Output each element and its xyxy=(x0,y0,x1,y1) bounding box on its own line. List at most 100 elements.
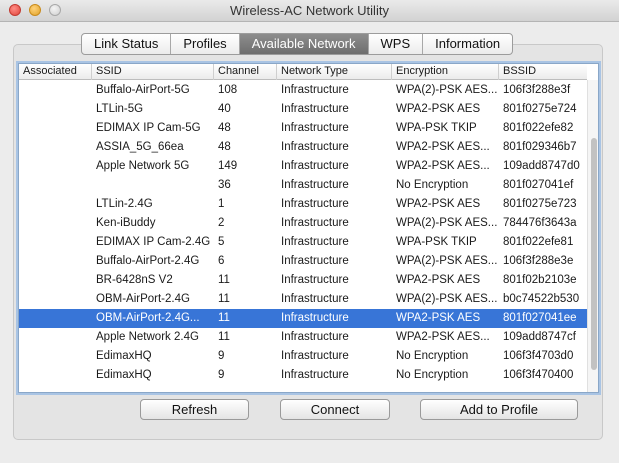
ssid-cell: Apple Network 5G xyxy=(96,160,190,172)
tab-bar: Link Status Profiles Available Network W… xyxy=(81,33,514,55)
channel-cell: 108 xyxy=(218,84,238,96)
bssid-cell: 784476f3643a xyxy=(503,217,577,229)
associated-cell xyxy=(19,347,92,366)
table-row[interactable]: ASSIA_5G_66ea 48 Infrastructure WPA2-PSK… xyxy=(19,138,587,157)
bssid-cell: 801f0275e724 xyxy=(503,103,577,115)
vertical-scrollbar[interactable] xyxy=(587,80,598,392)
table-row[interactable]: EdimaxHQ 9 Infrastructure No Encryption … xyxy=(19,366,587,385)
table-row[interactable]: Buffalo-AirPort-2.4G 6 Infrastructure WP… xyxy=(19,252,587,271)
tab-wps[interactable]: WPS xyxy=(369,34,424,54)
ssid-cell xyxy=(92,176,214,195)
network-type-cell: Infrastructure xyxy=(281,103,349,115)
table-row[interactable]: LTLin-5G 40 Infrastructure WPA2-PSK AES … xyxy=(19,100,587,119)
scrollbar-thumb[interactable] xyxy=(591,138,597,370)
bssid-cell: 801f02b2103e xyxy=(503,274,577,286)
bssid-cell: 801f027041ee xyxy=(503,312,577,324)
ssid-cell: Ken-iBuddy xyxy=(96,217,156,229)
network-type-cell: Infrastructure xyxy=(281,160,349,172)
network-type-cell: Infrastructure xyxy=(281,293,349,305)
table-row[interactable]: Apple Network 2.4G 11 Infrastructure WPA… xyxy=(19,328,587,347)
tab-available-network[interactable]: Available Network xyxy=(239,34,369,54)
ssid-cell: Apple Network 2.4G xyxy=(96,331,199,343)
encryption-cell: WPA(2)-PSK AES... xyxy=(396,84,498,96)
bssid-cell: 106f3f288e3f xyxy=(503,84,571,96)
encryption-cell: WPA(2)-PSK AES... xyxy=(396,217,498,229)
table-row[interactable]: EdimaxHQ 9 Infrastructure No Encryption … xyxy=(19,347,587,366)
table-row[interactable]: BR-6428nS V2 11 Infrastructure WPA2-PSK … xyxy=(19,271,587,290)
network-type-cell: Infrastructure xyxy=(281,122,349,134)
table-row[interactable]: 36 Infrastructure No Encryption 801f0270… xyxy=(19,176,587,195)
network-type-cell: Infrastructure xyxy=(281,198,349,210)
table-row[interactable]: OBM-AirPort-2.4G 11 Infrastructure WPA(2… xyxy=(19,290,587,309)
encryption-cell: No Encryption xyxy=(396,350,469,362)
channel-cell: 9 xyxy=(218,369,225,381)
bssid-cell: 109add8747d0 xyxy=(503,160,580,172)
network-type-cell: Infrastructure xyxy=(281,255,349,267)
table-row[interactable]: Buffalo-AirPort-5G 108 Infrastructure WP… xyxy=(19,81,587,100)
channel-cell: 9 xyxy=(218,350,225,362)
add-to-profile-button[interactable]: Add to Profile xyxy=(420,399,578,420)
associated-cell xyxy=(19,328,92,347)
refresh-button[interactable]: Refresh xyxy=(140,399,249,420)
associated-cell xyxy=(19,195,92,214)
bssid-cell: 106f3f4703d0 xyxy=(503,350,574,362)
encryption-cell: WPA2-PSK AES... xyxy=(396,331,490,343)
ssid-cell: BR-6428nS V2 xyxy=(96,274,173,286)
encryption-cell: No Encryption xyxy=(396,369,469,381)
encryption-cell: WPA2-PSK AES xyxy=(396,103,481,115)
table-row[interactable]: Apple Network 5G 149 Infrastructure WPA2… xyxy=(19,157,587,176)
ssid-cell: LTLin-2.4G xyxy=(96,198,153,210)
connect-button[interactable]: Connect xyxy=(280,399,390,420)
channel-cell: 40 xyxy=(218,103,231,115)
column-header-bssid[interactable]: BSSID xyxy=(499,64,587,80)
table-row[interactable]: EDIMAX IP Cam-2.4G 5 Infrastructure WPA-… xyxy=(19,233,587,252)
network-type-cell: Infrastructure xyxy=(281,350,349,362)
ssid-cell: Buffalo-AirPort-2.4G xyxy=(96,255,200,267)
title-bar[interactable]: Wireless-AC Network Utility xyxy=(0,0,619,22)
channel-cell: 11 xyxy=(218,331,230,343)
channel-cell: 6 xyxy=(218,255,225,267)
network-type-cell: Infrastructure xyxy=(281,369,349,381)
associated-cell xyxy=(19,214,92,233)
network-type-cell: Infrastructure xyxy=(281,274,349,286)
channel-cell: 36 xyxy=(218,179,231,191)
table-row[interactable]: LTLin-2.4G 1 Infrastructure WPA2-PSK AES… xyxy=(19,195,587,214)
associated-cell xyxy=(19,290,92,309)
tab-information[interactable]: Information xyxy=(423,34,512,54)
associated-cell xyxy=(19,366,92,385)
tab-profiles[interactable]: Profiles xyxy=(171,34,240,54)
channel-cell: 11 xyxy=(218,274,230,286)
column-header-channel[interactable]: Channel xyxy=(214,64,277,80)
encryption-cell: WPA(2)-PSK AES... xyxy=(396,255,498,267)
column-header-encryption[interactable]: Encryption xyxy=(392,64,499,80)
ssid-cell: EdimaxHQ xyxy=(96,350,152,362)
table-body: Buffalo-AirPort-5G 108 Infrastructure WP… xyxy=(19,81,587,385)
associated-cell xyxy=(19,157,92,176)
table-row[interactable]: Ken-iBuddy 2 Infrastructure WPA(2)-PSK A… xyxy=(19,214,587,233)
table-header: Associated SSID Channel Network Type Enc… xyxy=(19,64,587,80)
ssid-cell: OBM-AirPort-2.4G... xyxy=(96,312,200,324)
network-table: Associated SSID Channel Network Type Enc… xyxy=(18,63,599,393)
bssid-cell: b0c74522b530 xyxy=(503,293,580,305)
table-row-selected[interactable]: OBM-AirPort-2.4G... 11 Infrastructure WP… xyxy=(19,309,587,328)
channel-cell: 11 xyxy=(218,312,230,324)
bssid-cell: 801f027041ef xyxy=(503,179,574,191)
encryption-cell: WPA2-PSK AES... xyxy=(396,141,490,153)
encryption-cell: WPA2-PSK AES xyxy=(396,198,481,210)
utility-window: Wireless-AC Network Utility Link Status … xyxy=(0,0,619,463)
column-header-network-type[interactable]: Network Type xyxy=(277,64,392,80)
network-type-cell: Infrastructure xyxy=(281,179,349,191)
bssid-cell: 801f0275e723 xyxy=(503,198,577,210)
associated-cell xyxy=(19,271,92,290)
associated-cell xyxy=(19,119,92,138)
bssid-cell: 801f022efe82 xyxy=(503,122,574,134)
window-title: Wireless-AC Network Utility xyxy=(230,3,389,18)
column-header-ssid[interactable]: SSID xyxy=(92,64,214,80)
associated-cell xyxy=(19,233,92,252)
column-header-associated[interactable]: Associated xyxy=(19,64,92,80)
table-row[interactable]: EDIMAX IP Cam-5G 48 Infrastructure WPA-P… xyxy=(19,119,587,138)
tab-link-status[interactable]: Link Status xyxy=(82,34,172,54)
encryption-cell: No Encryption xyxy=(396,179,469,191)
bssid-cell: 106f3f288e3e xyxy=(503,255,574,267)
channel-cell: 48 xyxy=(218,141,231,153)
